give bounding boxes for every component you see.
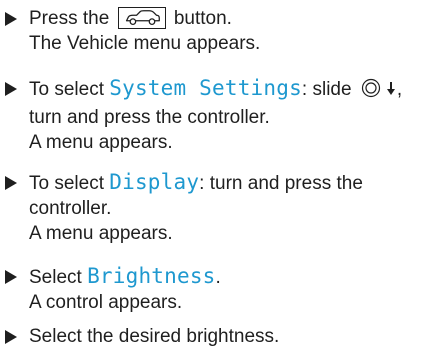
slide-down-arrow-icon [386, 78, 396, 103]
instruction-step-1: Press the button. The Vehicle menu appea… [4, 6, 444, 56]
step-result: The Vehicle menu appears. [29, 33, 261, 54]
car-icon [117, 7, 166, 29]
step-line: Select the desired brightness. [29, 326, 280, 347]
menu-item-label: Brightness [87, 264, 216, 288]
controller-icon [361, 78, 381, 105]
instruction-step-3: To select Display: turn and press the co… [4, 170, 444, 246]
step-text: Press the [29, 8, 110, 29]
step-text: To select [29, 79, 110, 100]
step-text: controller. [29, 198, 112, 219]
triangle-bullet-icon [4, 170, 24, 195]
step-result: A control appears. [29, 292, 183, 313]
triangle-bullet-icon [4, 6, 24, 31]
step-result: A menu appears. [29, 132, 173, 153]
step-line: Press the button. [29, 6, 444, 31]
step-line: To select Display: turn and press the [29, 170, 444, 196]
step-text: : turn and press the [199, 173, 363, 194]
triangle-bullet-icon [4, 264, 24, 289]
instruction-step-4: Select Brightness. A control appears. [4, 264, 444, 315]
menu-item-label: System Settings [109, 76, 302, 100]
step-text: . [215, 267, 221, 288]
step-result: A menu appears. [29, 223, 173, 244]
menu-item-label: Display [109, 170, 200, 194]
step-text: : slide [301, 79, 352, 100]
instruction-step-5: Select the desired brightness. [4, 324, 444, 349]
step-text: , [396, 79, 403, 100]
instruction-step-2: To select System Settings: slide , turn … [4, 76, 444, 155]
step-text: button. [173, 8, 232, 29]
triangle-bullet-icon [4, 324, 24, 349]
step-text: To select [29, 173, 110, 194]
triangle-bullet-icon [4, 76, 24, 101]
step-text: Select [29, 267, 88, 288]
step-line: To select System Settings: slide , [29, 76, 444, 105]
step-text: turn and press the controller. [29, 107, 270, 128]
step-line: Select Brightness. [29, 264, 444, 290]
